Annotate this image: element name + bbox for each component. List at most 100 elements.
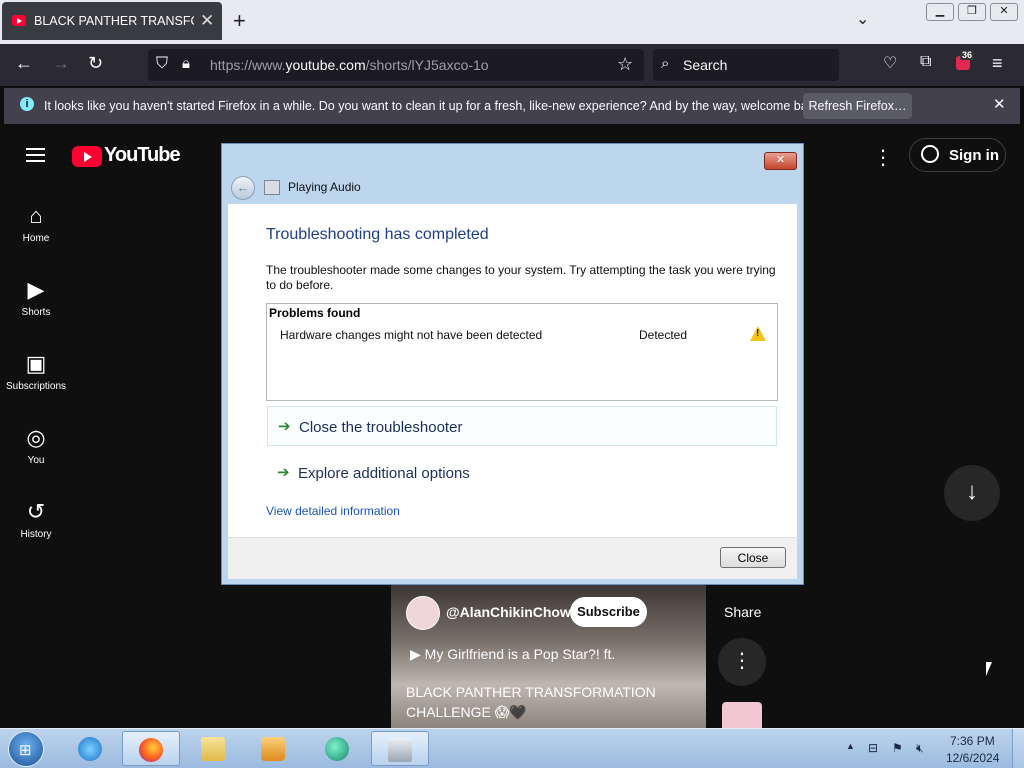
clock-date[interactable]: 12/6/2024	[946, 751, 999, 765]
sidebar-item-label: You	[27, 455, 45, 466]
firefox-icon	[139, 738, 163, 762]
back-icon[interactable]: ←	[15, 53, 33, 74]
taskbar-internet-explorer[interactable]	[65, 731, 115, 766]
volume-muted-icon[interactable]: 🔇︎	[916, 741, 928, 755]
sidebar-item-label: Shorts	[21, 307, 51, 318]
app-icon	[325, 737, 349, 761]
subscriptions-icon: ▣	[25, 351, 47, 376]
network-icon[interactable]: ⊟	[868, 741, 880, 755]
account-icon	[921, 145, 939, 163]
video-title: BLACK PANTHER TRANSFORMATION CHALLENGE 😱…	[406, 684, 656, 720]
sound-thumbnail[interactable]	[722, 702, 762, 728]
green-arrow-icon: ➔	[277, 464, 290, 481]
minimize-button[interactable]: ▁	[926, 3, 954, 21]
taskbar-app[interactable]	[312, 731, 362, 766]
channel-name[interactable]: @AlanChikinChow	[446, 604, 571, 620]
dialog-footer	[228, 537, 797, 579]
extensions-icon[interactable]: ⧉	[920, 53, 931, 71]
taskbar-firefox[interactable]	[122, 731, 180, 766]
shield-icon[interactable]: ⛉	[156, 55, 168, 73]
media-player-icon	[261, 737, 285, 761]
url-text[interactable]: https://www.youtube.com/shorts/lYJ5axco-…	[210, 57, 489, 73]
taskbar-troubleshooter[interactable]	[371, 731, 429, 766]
explore-options-option[interactable]: ➔ Explore additional options	[267, 453, 777, 493]
window-close-button[interactable]: ✕	[990, 3, 1018, 21]
notification-text: It looks like you haven't started Firefo…	[44, 99, 824, 113]
you-icon: ◎	[26, 425, 46, 450]
reload-icon[interactable]: ↻	[88, 53, 103, 74]
short-more-button[interactable]: ⋮	[718, 638, 766, 686]
option-label: Close the troubleshooter	[299, 419, 463, 436]
green-arrow-icon: ➔	[278, 418, 291, 435]
more-options-icon[interactable]: ⋮	[873, 145, 893, 170]
view-detailed-information-link[interactable]: View detailed information	[266, 504, 400, 518]
show-hidden-icons[interactable]: ▲	[846, 741, 855, 751]
dialog-description: The troubleshooter made some changes to …	[266, 263, 776, 292]
pocket-icon[interactable]: ♡	[883, 53, 897, 73]
browser-tab[interactable]: BLACK PANTHER TRANSFORMATION CHALLENGE ✕	[2, 2, 222, 40]
taskbar-file-explorer[interactable]	[188, 731, 238, 766]
taskbar-media-player[interactable]	[248, 731, 298, 766]
dialog-close-button[interactable]: ✕	[764, 152, 797, 170]
app-menu-icon[interactable]: ≡	[992, 53, 1003, 74]
start-button[interactable]: ⊞	[8, 731, 44, 767]
troubleshooter-icon	[388, 738, 412, 762]
problems-header: Problems found	[269, 306, 361, 320]
notification-close-icon[interactable]: ✕	[993, 95, 1006, 113]
close-troubleshooter-option[interactable]: ➔ Close the troubleshooter	[267, 406, 777, 446]
share-label[interactable]: Share	[724, 604, 761, 620]
search-placeholder: Search	[683, 57, 728, 73]
dialog-title: Playing Audio	[288, 180, 361, 194]
folder-icon	[201, 737, 225, 761]
problem-name: Hardware changes might not have been det…	[280, 328, 543, 342]
close-button[interactable]: Close	[720, 547, 786, 568]
back-arrow-icon[interactable]: ←	[231, 176, 255, 200]
troubleshooter-app-icon	[264, 180, 280, 195]
sign-in-button[interactable]: Sign in	[909, 138, 1006, 172]
sidebar-item-subscriptions[interactable]: ▣ Subscriptions	[0, 351, 72, 392]
forward-icon[interactable]: →	[52, 53, 70, 74]
sign-in-label: Sign in	[949, 147, 999, 164]
song-title: My Girlfriend is a Pop Star?! ft.	[424, 646, 616, 662]
list-tabs-icon[interactable]: ⌄	[856, 9, 869, 29]
show-desktop-button[interactable]	[1012, 729, 1024, 768]
sidebar-item-label: History	[20, 529, 52, 540]
tab-title: BLACK PANTHER TRANSFORMATION CHALLENGE	[34, 14, 194, 28]
subscribe-button[interactable]: Subscribe	[570, 597, 647, 627]
problem-status: Detected	[639, 328, 688, 342]
sidebar-item-home[interactable]: ⌂ Home	[0, 203, 72, 244]
action-center-flag-icon[interactable]: ⚑	[892, 741, 904, 755]
next-short-button[interactable]: ↓	[944, 465, 1000, 521]
youtube-favicon-icon	[12, 15, 26, 26]
youtube-logo-text[interactable]: YouTube	[104, 144, 181, 167]
lock-icon[interactable]: 🔒︎	[182, 55, 190, 72]
restore-button[interactable]: ❐	[958, 3, 986, 21]
bookmark-star-icon[interactable]: ☆	[617, 54, 633, 75]
home-icon: ⌂	[29, 203, 43, 228]
sidebar-item-label: Home	[22, 233, 50, 244]
warning-icon: !	[750, 326, 766, 341]
extension-badge: 36	[960, 50, 975, 60]
dialog-heading: Troubleshooting has completed	[266, 226, 489, 243]
channel-avatar[interactable]	[406, 596, 440, 630]
play-icon: ▶	[410, 646, 425, 662]
refresh-firefox-button[interactable]: Refresh Firefox…	[803, 93, 912, 119]
song-link[interactable]: ▶ My Girlfriend is a Pop Star?! ft.	[410, 646, 615, 663]
windows-logo-icon: ⊞	[19, 742, 32, 759]
sidebar-item-label: Subscriptions	[5, 381, 67, 392]
url-bar[interactable]: ⛉ 🔒︎ https://www.youtube.com/shorts/lYJ5…	[148, 49, 644, 81]
history-icon: ↺	[26, 499, 46, 524]
new-tab-icon[interactable]: +	[233, 8, 246, 34]
sidebar-item-you[interactable]: ◎ You	[0, 425, 72, 466]
internet-explorer-icon	[78, 737, 102, 761]
tab-close-icon[interactable]: ✕	[200, 11, 214, 31]
info-icon: i	[20, 97, 34, 111]
mouse-cursor	[986, 662, 998, 676]
youtube-logo-icon[interactable]	[72, 146, 102, 167]
search-bar[interactable]: ⌕ Search	[653, 49, 839, 81]
sidebar-item-history[interactable]: ↺ History	[0, 499, 72, 540]
clock-time[interactable]: 7:36 PM	[950, 734, 995, 748]
hamburger-menu-icon[interactable]	[26, 148, 45, 162]
sidebar-item-shorts[interactable]: ▶ Shorts	[0, 277, 72, 318]
search-icon: ⌕	[661, 55, 670, 72]
